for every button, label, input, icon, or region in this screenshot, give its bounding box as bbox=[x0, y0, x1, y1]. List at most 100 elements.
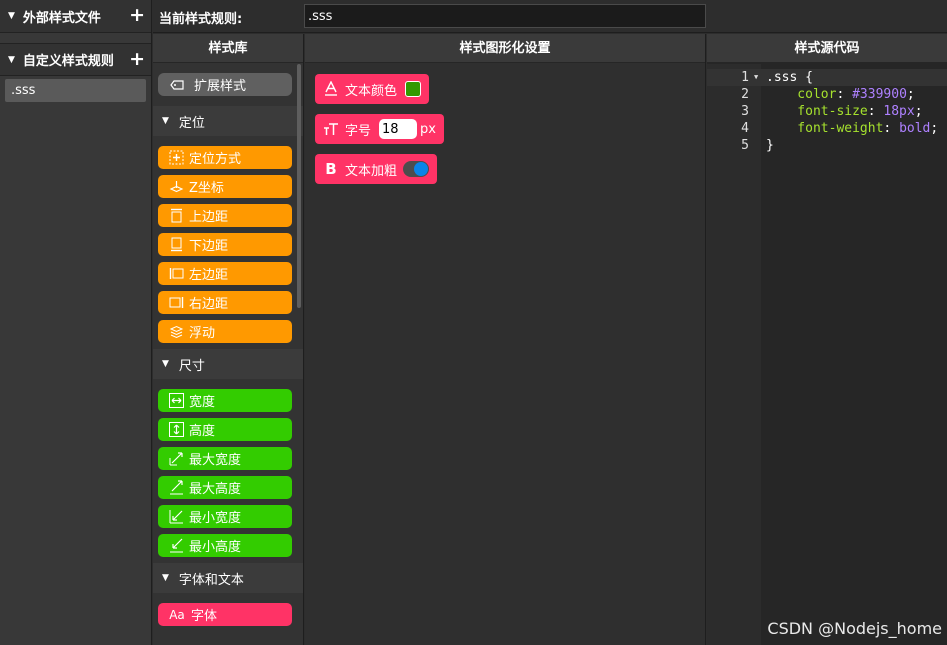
style-block-label: 上边距 bbox=[189, 210, 229, 225]
toggle-knob bbox=[414, 162, 429, 176]
min-height-icon bbox=[168, 538, 184, 554]
left-sidebar: ▼ 外部样式文件 + ▼ 自定义样式规则 + .sss bbox=[0, 0, 152, 645]
external-styles-header[interactable]: ▼ 外部样式文件 + bbox=[0, 0, 151, 33]
float-icon bbox=[168, 324, 184, 340]
style-block[interactable]: Aa 字体 bbox=[158, 603, 292, 626]
style-block-label: 右边距 bbox=[189, 297, 229, 312]
add-external-style-button[interactable]: + bbox=[129, 6, 145, 25]
code-line: 2 color: #339900; bbox=[707, 86, 947, 103]
font-size-icon bbox=[323, 121, 339, 137]
style-block[interactable]: 最小高度 bbox=[158, 534, 292, 557]
bold-icon: B bbox=[325, 160, 337, 178]
collapse-triangle-icon[interactable]: ▼ bbox=[162, 573, 169, 583]
code-text: font-weight: bold; bbox=[766, 120, 938, 137]
fold-icon[interactable]: ▼ bbox=[754, 69, 758, 86]
graphical-settings-panel: 样式图形化设置 文本颜色 字号 px B 文本加粗 bbox=[305, 34, 706, 645]
style-block[interactable]: 最小宽度 bbox=[158, 505, 292, 528]
code-token: ; bbox=[914, 104, 923, 119]
current-rule-input[interactable] bbox=[304, 4, 706, 28]
rule-list: .sss bbox=[0, 79, 151, 102]
style-block-label: 下边距 bbox=[189, 239, 229, 254]
style-block-label: 最大高度 bbox=[189, 482, 242, 497]
line-number: 4 bbox=[741, 121, 749, 136]
code-line: 3 font-size: 18px; bbox=[707, 103, 947, 120]
z-index-icon bbox=[168, 179, 184, 195]
line-number: 3 bbox=[741, 104, 749, 119]
source-code-panel: 样式源代码 1 ▼ .sss {2 color: #339900; 3 font-si… bbox=[707, 34, 947, 645]
category-header[interactable]: ▼ 定位 bbox=[153, 106, 303, 136]
style-block-label: 左边距 bbox=[189, 268, 229, 283]
code-token: bold bbox=[899, 121, 931, 136]
style-block[interactable]: 最大高度 bbox=[158, 476, 292, 499]
block-list: 宽度高度最大宽度最大高度最小宽度最小高度 bbox=[153, 379, 303, 557]
style-block-label: 字体 bbox=[191, 609, 218, 624]
block-list: Aa 字体 bbox=[153, 593, 303, 626]
bold-toggle[interactable] bbox=[403, 161, 430, 177]
left-edge-icon bbox=[168, 266, 184, 282]
collapse-triangle-icon[interactable]: ▼ bbox=[162, 359, 169, 369]
style-block[interactable]: 最大宽度 bbox=[158, 447, 292, 470]
line-number: 2 bbox=[741, 87, 749, 102]
style-library-panel: 样式库 扩展样式 ▼ 定位 定位方式 Z坐标 上边距 下边距 左边距 右边距 浮动 ▼ 尺寸 宽度 高度… bbox=[153, 34, 304, 645]
custom-rules-title: 自定义样式规则 bbox=[22, 54, 114, 69]
rule-list-item[interactable]: .sss bbox=[5, 79, 146, 102]
code-token: font-weight bbox=[766, 121, 884, 136]
bold-label: 文本加粗 bbox=[345, 163, 398, 179]
text-color-icon bbox=[323, 81, 339, 97]
style-block[interactable]: 定位方式 bbox=[158, 146, 292, 169]
code-token: .sss { bbox=[766, 70, 813, 85]
code-text: font-size: 18px; bbox=[766, 103, 923, 120]
code-token: : bbox=[883, 121, 900, 136]
style-block-label: 最小高度 bbox=[189, 540, 242, 555]
code-token: font-size bbox=[766, 104, 868, 119]
code-text: color: #339900; bbox=[766, 86, 915, 103]
category-header[interactable]: ▼ 字体和文本 bbox=[153, 563, 303, 593]
style-block[interactable]: 浮动 bbox=[158, 320, 292, 343]
style-block-label: 宽度 bbox=[189, 395, 216, 410]
max-height-icon bbox=[168, 480, 184, 496]
style-block-label: 高度 bbox=[189, 424, 216, 439]
style-block[interactable]: 上边距 bbox=[158, 204, 292, 227]
text-color-label: 文本颜色 bbox=[345, 83, 398, 99]
library-scrollbar[interactable] bbox=[297, 64, 301, 308]
style-block[interactable]: 左边距 bbox=[158, 262, 292, 285]
tag-icon bbox=[170, 77, 186, 93]
style-block-label: 最大宽度 bbox=[189, 453, 242, 468]
style-block[interactable]: Z坐标 bbox=[158, 175, 292, 198]
position-icon bbox=[168, 150, 184, 166]
code-token: : bbox=[867, 104, 884, 119]
bottom-edge-icon bbox=[168, 237, 184, 253]
add-custom-rule-button[interactable]: + bbox=[129, 50, 145, 69]
category-name: 字体和文本 bbox=[178, 572, 244, 588]
block-list: 定位方式 Z坐标上边距下边距左边距右边距浮动 bbox=[153, 136, 303, 343]
custom-rules-header[interactable]: ▼ 自定义样式规则 + bbox=[0, 43, 151, 76]
category-name: 尺寸 bbox=[178, 358, 205, 374]
code-text: .sss { bbox=[766, 69, 813, 86]
color-swatch[interactable] bbox=[405, 81, 422, 97]
code-token: 18px bbox=[883, 104, 915, 119]
code-text: } bbox=[766, 137, 774, 154]
style-block[interactable]: 高度 bbox=[158, 418, 292, 441]
style-block[interactable]: 宽度 bbox=[158, 389, 292, 412]
current-rule-label: 当前样式规则: bbox=[159, 12, 243, 27]
watermark: CSDN @Nodejs_home bbox=[767, 619, 942, 638]
category-name: 定位 bbox=[178, 115, 205, 131]
min-width-icon bbox=[168, 509, 184, 525]
top-bar: 当前样式规则: bbox=[153, 0, 947, 33]
style-block[interactable]: 下边距 bbox=[158, 233, 292, 256]
category-header[interactable]: ▼ 尺寸 bbox=[153, 349, 303, 379]
collapse-triangle-icon[interactable]: ▼ bbox=[8, 55, 15, 65]
max-width-icon bbox=[168, 451, 184, 467]
font-size-input[interactable] bbox=[379, 119, 418, 139]
external-styles-title: 外部样式文件 bbox=[22, 10, 101, 26]
code-token: ; bbox=[906, 87, 915, 102]
style-block[interactable]: 右边距 bbox=[158, 291, 292, 314]
collapse-triangle-icon[interactable]: ▼ bbox=[162, 116, 169, 126]
collapse-triangle-icon[interactable]: ▼ bbox=[8, 11, 15, 21]
bold-setting[interactable]: B 文本加粗 bbox=[315, 154, 438, 184]
text-color-setting[interactable]: 文本颜色 bbox=[315, 74, 430, 104]
font-size-setting[interactable]: 字号 px bbox=[315, 114, 444, 144]
top-edge-icon bbox=[168, 208, 184, 224]
extend-style-button[interactable]: 扩展样式 bbox=[158, 73, 292, 96]
source-code-title: 样式源代码 bbox=[707, 34, 947, 63]
